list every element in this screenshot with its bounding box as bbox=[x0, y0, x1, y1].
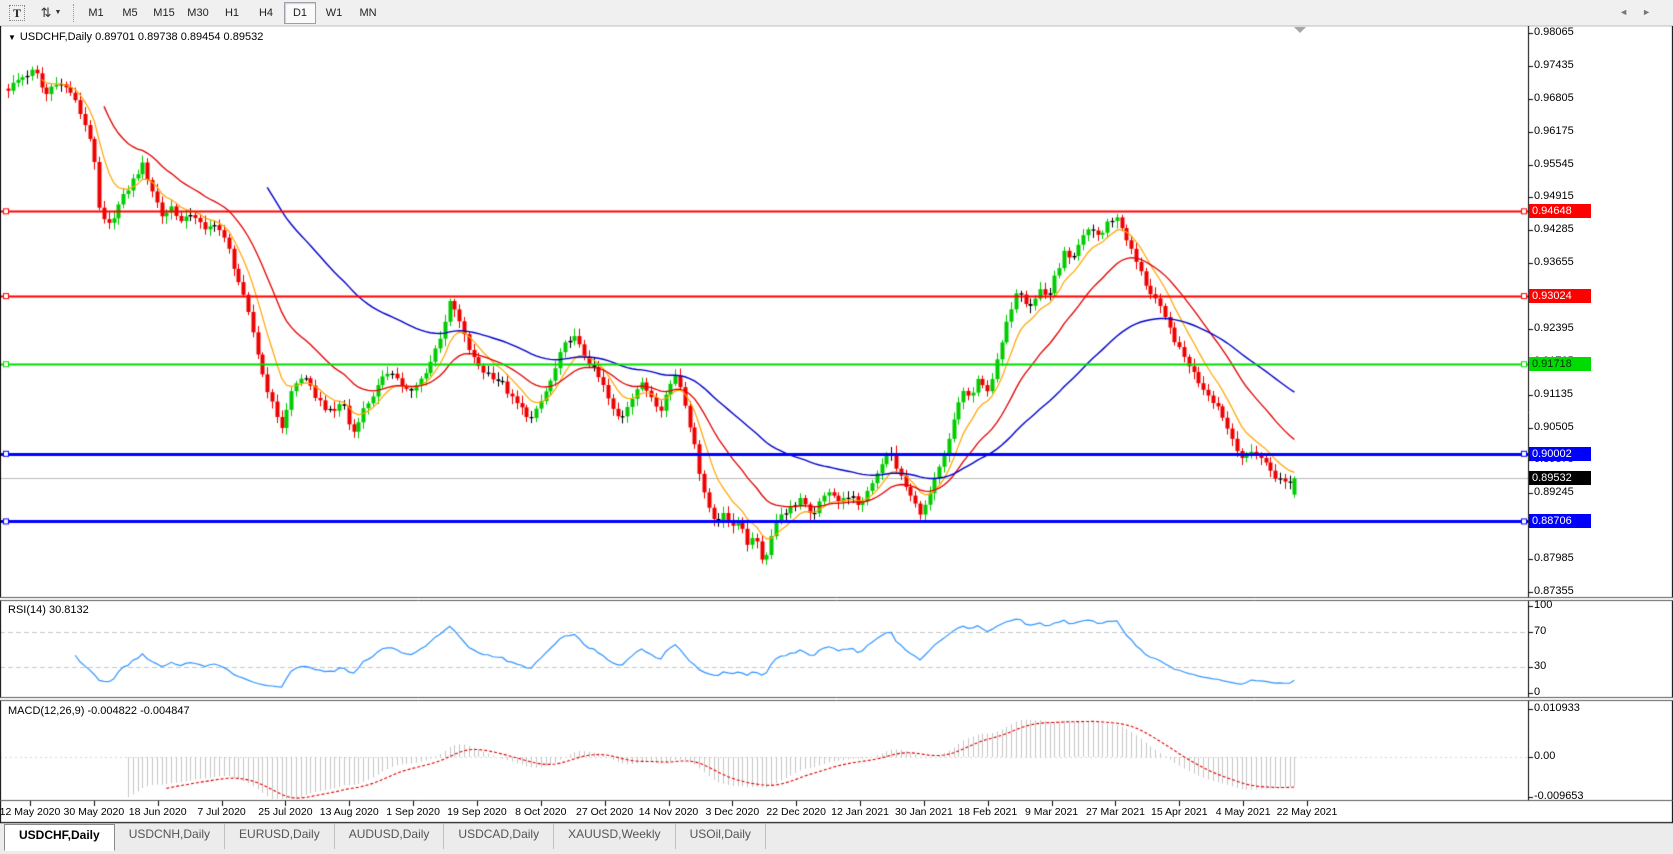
date-axis-tick: 12 May 2020 bbox=[0, 806, 60, 818]
price-axis-tick: 0.87985 bbox=[1534, 552, 1574, 564]
tab-scroll-arrows: ◄► bbox=[1619, 7, 1665, 17]
toolbar-separator bbox=[73, 4, 74, 22]
date-axis-tick: 8 Oct 2020 bbox=[515, 806, 566, 818]
chart-tab-bar: USDCHF,DailyUSDCNH,DailyEURUSD,DailyAUDU… bbox=[0, 823, 1673, 854]
tab-scroll-right-icon[interactable]: ► bbox=[1642, 7, 1665, 17]
cursor-tool-button[interactable]: ⇅ ▼ bbox=[35, 2, 67, 24]
price-axis-tick: 0.91135 bbox=[1534, 388, 1573, 400]
date-axis-tick: 25 Jul 2020 bbox=[258, 806, 312, 818]
hline-price-flag: 0.91718 bbox=[1529, 357, 1591, 371]
price-axis-tick: 0.94915 bbox=[1534, 190, 1574, 202]
collapse-triangle-icon[interactable]: ▼ bbox=[8, 33, 16, 42]
chart-shift-marker-icon[interactable] bbox=[1294, 27, 1306, 33]
timeframe-button-h4[interactable]: H4 bbox=[250, 2, 282, 24]
chart-tab-xauusd[interactable]: XAUUSD,Weekly bbox=[554, 824, 675, 849]
price-axis-tick: 0.93655 bbox=[1534, 256, 1574, 268]
price-chart-canvas[interactable] bbox=[0, 0, 1673, 853]
timeframe-button-group: M1M5M15M30H1H4D1W1MN bbox=[79, 2, 385, 24]
date-axis-tick: 9 Mar 2021 bbox=[1025, 806, 1078, 818]
chart-title-text: USDCHF,Daily 0.89701 0.89738 0.89454 0.8… bbox=[20, 31, 263, 43]
date-axis-tick: 27 Mar 2021 bbox=[1086, 806, 1145, 818]
top-toolbar: T ⇅ ▼ M1M5M15M30H1H4D1W1MN bbox=[0, 0, 1673, 26]
hline-price-flag: 0.90002 bbox=[1529, 447, 1591, 461]
mt4-window: T ⇅ ▼ M1M5M15M30H1H4D1W1MN ▼ USDCHF,Daily… bbox=[0, 0, 1673, 853]
macd-axis-tick: -0.009653 bbox=[1534, 790, 1584, 802]
date-axis-tick: 4 May 2021 bbox=[1216, 806, 1271, 818]
date-axis-tick: 27 Oct 2020 bbox=[576, 806, 633, 818]
macd-axis-tick: 0.010933 bbox=[1534, 702, 1580, 714]
price-axis-tick: 0.90505 bbox=[1534, 421, 1574, 433]
swap-arrows-icon: ⇅ bbox=[41, 5, 52, 21]
date-axis-tick: 18 Feb 2021 bbox=[958, 806, 1017, 818]
date-axis-tick: 7 Jul 2020 bbox=[197, 806, 245, 818]
chart-tab-usdchf[interactable]: USDCHF,Daily bbox=[4, 824, 115, 851]
timeframe-button-h1[interactable]: H1 bbox=[216, 2, 248, 24]
price-axis-tick: 0.94285 bbox=[1534, 223, 1574, 235]
text-tool-button[interactable]: T bbox=[1, 2, 33, 24]
rsi-axis-tick: 70 bbox=[1534, 625, 1546, 637]
price-axis-tick: 0.96805 bbox=[1534, 92, 1574, 104]
timeframe-button-m5[interactable]: M5 bbox=[114, 2, 146, 24]
chart-tab-audusd[interactable]: AUDUSD,Daily bbox=[335, 824, 445, 849]
hline-price-flag: 0.93024 bbox=[1529, 289, 1591, 303]
date-axis-tick: 1 Sep 2020 bbox=[386, 806, 440, 818]
chart-tab-eurusd[interactable]: EURUSD,Daily bbox=[225, 824, 335, 849]
price-axis-tick: 0.97435 bbox=[1534, 59, 1574, 71]
timeframe-button-m30[interactable]: M30 bbox=[182, 2, 214, 24]
hline-price-flag: 0.94648 bbox=[1529, 204, 1591, 218]
macd-axis-tick: 0.00 bbox=[1534, 750, 1555, 762]
date-axis-tick: 13 Aug 2020 bbox=[320, 806, 379, 818]
date-axis-tick: 22 May 2021 bbox=[1277, 806, 1338, 818]
chevron-down-icon: ▼ bbox=[54, 9, 61, 16]
rsi-label: RSI(14) 30.8132 bbox=[8, 604, 89, 616]
chart-tab-usdcad[interactable]: USDCAD,Daily bbox=[444, 824, 554, 849]
date-axis-tick: 30 Jan 2021 bbox=[895, 806, 953, 818]
hline-price-flag: 0.88706 bbox=[1529, 514, 1591, 528]
chart-tab-usoil[interactable]: USOil,Daily bbox=[676, 824, 766, 849]
macd-label: MACD(12,26,9) -0.004822 -0.004847 bbox=[8, 705, 190, 717]
date-axis-tick: 15 Apr 2021 bbox=[1151, 806, 1208, 818]
date-axis-tick: 22 Dec 2020 bbox=[766, 806, 826, 818]
date-axis-tick: 30 May 2020 bbox=[63, 806, 124, 818]
date-axis-tick: 18 Jun 2020 bbox=[129, 806, 187, 818]
rsi-axis-tick: 0 bbox=[1534, 686, 1540, 698]
text-tool-icon: T bbox=[9, 5, 25, 21]
price-axis-tick: 0.92395 bbox=[1534, 322, 1574, 334]
date-axis-tick: 14 Nov 2020 bbox=[639, 806, 699, 818]
timeframe-button-w1[interactable]: W1 bbox=[318, 2, 350, 24]
chart-tab-usdcnh[interactable]: USDCNH,Daily bbox=[115, 824, 225, 849]
timeframe-button-m1[interactable]: M1 bbox=[80, 2, 112, 24]
price-axis-tick: 0.87355 bbox=[1534, 585, 1574, 597]
timeframe-button-mn[interactable]: MN bbox=[352, 2, 384, 24]
tab-scroll-left-icon[interactable]: ◄ bbox=[1619, 7, 1642, 17]
price-axis-tick: 0.89245 bbox=[1534, 486, 1574, 498]
timeframe-button-d1[interactable]: D1 bbox=[284, 2, 316, 24]
rsi-axis-tick: 30 bbox=[1534, 660, 1546, 672]
current-price-flag: 0.89532 bbox=[1529, 471, 1591, 485]
chart-title: ▼ USDCHF,Daily 0.89701 0.89738 0.89454 0.… bbox=[8, 31, 263, 43]
timeframe-button-m15[interactable]: M15 bbox=[148, 2, 180, 24]
date-axis-tick: 12 Jan 2021 bbox=[831, 806, 889, 818]
price-axis-tick: 0.96175 bbox=[1534, 125, 1574, 137]
price-axis-tick: 0.98065 bbox=[1534, 26, 1574, 38]
date-axis-tick: 19 Sep 2020 bbox=[447, 806, 507, 818]
price-axis-tick: 0.95545 bbox=[1534, 158, 1574, 170]
rsi-axis-tick: 100 bbox=[1534, 599, 1552, 611]
date-axis-tick: 3 Dec 2020 bbox=[705, 806, 759, 818]
